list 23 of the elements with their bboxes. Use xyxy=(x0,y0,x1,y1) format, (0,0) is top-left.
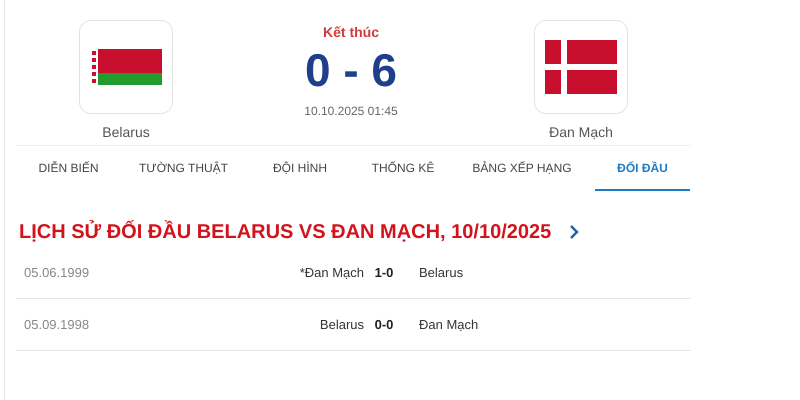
tab[interactable]: BẢNG XẾP HẠNG xyxy=(452,146,592,191)
chevron-right-icon[interactable] xyxy=(569,224,580,240)
flag-icon xyxy=(545,40,617,94)
match-score: 0-0 xyxy=(374,317,394,332)
flag-icon xyxy=(90,49,162,85)
match-date: 05.06.1999 xyxy=(23,265,90,280)
match-score: 1-0 xyxy=(374,265,394,280)
home-team: Belarus xyxy=(318,317,364,332)
match-status: Kết thúc xyxy=(323,24,379,40)
team-name: Đan Mạch xyxy=(549,124,613,140)
tab[interactable]: TƯỜNG THUẬT xyxy=(121,146,246,191)
tab[interactable]: ĐỘI HÌNH xyxy=(246,146,354,191)
home-team: *Đan Mạch xyxy=(298,265,364,280)
match-score: 0 - 6 xyxy=(304,43,398,98)
away-team: Đan Mạch xyxy=(418,317,480,332)
match-date: 05.09.1998 xyxy=(23,317,90,332)
team-name: Belarus xyxy=(102,124,150,140)
section-title: LỊCH SỬ ĐỐI ĐẦU BELARUS VS ĐAN MẠCH, 10/10/2025 xyxy=(19,220,552,244)
tab[interactable]: ĐỐI ĐẦU xyxy=(595,146,690,191)
away-team: Belarus xyxy=(418,265,464,280)
tab[interactable]: THỐNG KÊ xyxy=(354,146,452,191)
tab[interactable]: DIỄN BIẾN xyxy=(16,146,121,191)
match-datetime: 10.10.2025 01:45 xyxy=(304,104,398,118)
